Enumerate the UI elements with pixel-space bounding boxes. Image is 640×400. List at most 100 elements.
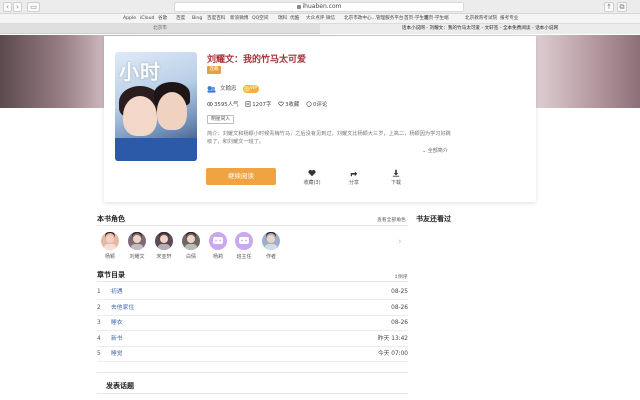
- person-icon: [265, 232, 277, 250]
- tabs-icon[interactable]: ⧉: [617, 2, 627, 12]
- chapter-date: 08-26: [391, 304, 408, 311]
- bookmark-item[interactable]: 新浪微博: [230, 14, 248, 24]
- stat-favorites: 3收藏: [278, 101, 299, 109]
- chat-bubble-icon: [239, 237, 249, 244]
- eye-icon: [207, 101, 213, 107]
- bookmark-item[interactable]: 大众点评: [306, 14, 324, 24]
- document-icon: [245, 101, 251, 107]
- download-button[interactable]: 下载: [383, 169, 409, 186]
- role-name: 杨莉: [212, 254, 223, 260]
- role-avatar[interactable]: [128, 232, 146, 250]
- book-description: 简介：刘耀文和杨颖小时候青梅竹马，之后没有见到过，刘耀文比杨颖大三岁，上高二，杨…: [207, 131, 451, 145]
- chapter-row[interactable]: 3 睡衣 08-26: [97, 318, 408, 333]
- chapter-row[interactable]: 2 去他家住 08-26: [97, 303, 408, 318]
- bookmark-item[interactable]: 谷歌: [158, 14, 167, 24]
- stat-words: 1207字: [245, 101, 271, 109]
- row-divider: [97, 345, 408, 347]
- chapter-date: 昨天 13:42: [377, 335, 408, 342]
- vip-badge: VIP: [243, 85, 259, 93]
- topics-underline: [97, 393, 408, 394]
- browser-toolbar: ‹ › ▭ ihuaben.com ↑ ⧉: [0, 0, 640, 14]
- role-avatar[interactable]: [209, 232, 227, 250]
- chapter-title[interactable]: 新书: [111, 334, 123, 344]
- chapter-number: 5: [97, 351, 101, 357]
- tab-beijing[interactable]: 北京市: [0, 24, 320, 34]
- bookmark-item[interactable]: 微信: [326, 14, 335, 24]
- comment-icon: [306, 101, 312, 107]
- full-intro-link[interactable]: ⌄ 全部简介: [422, 147, 448, 154]
- role-name: 刘耀文: [129, 254, 145, 260]
- row-divider: [97, 299, 408, 300]
- stat-comments: 0评论: [306, 101, 327, 109]
- chapter-number: 2: [97, 304, 101, 311]
- tab-bar: 北京市 话本小说网 - 刘耀文：我的竹马太可爱 - 文轩签 - 全本免费阅读 -…: [0, 24, 640, 34]
- collect-button[interactable]: 收藏(3): [299, 169, 325, 186]
- roles-title: 本书角色: [97, 215, 125, 223]
- role-name: 作者: [265, 254, 276, 260]
- chapter-number: 3: [97, 320, 101, 326]
- role-name: 宋亚轩: [156, 254, 172, 260]
- bookmark-item[interactable]: Apple: [123, 14, 136, 24]
- person-icon: [104, 232, 116, 250]
- person-icon: [158, 232, 170, 250]
- chapter-title[interactable]: 睡衣: [111, 318, 123, 328]
- role-avatar[interactable]: [155, 232, 173, 250]
- share-button[interactable]: 分享: [341, 169, 367, 186]
- author-icon: [207, 85, 216, 93]
- row-divider: [97, 314, 408, 316]
- topics-title: 发表话题: [106, 382, 134, 390]
- bookmark-item[interactable]: 首页-学生端: [424, 14, 449, 24]
- chapter-title[interactable]: 初遇: [111, 287, 123, 297]
- bookmark-item[interactable]: 优酷: [290, 14, 299, 24]
- chapter-row[interactable]: 4 新书 昨天 13:42: [97, 334, 408, 349]
- chapter-title[interactable]: 睡觉: [111, 349, 123, 359]
- person-icon: [185, 232, 197, 250]
- bookmark-item[interactable]: 百度百科: [207, 14, 225, 24]
- book-stats: 3595人气 1207字 3收藏 0评论: [207, 101, 332, 109]
- bookmark-item[interactable]: QQ空间: [252, 14, 268, 24]
- role-avatar[interactable]: [262, 232, 280, 250]
- back-button[interactable]: ‹: [3, 2, 12, 12]
- chapter-row[interactable]: 1 初遇 08-25: [97, 287, 408, 302]
- genre-tag[interactable]: 明星同人: [207, 115, 235, 124]
- book-cover[interactable]: 小时: [115, 52, 197, 161]
- share-icon[interactable]: ↑: [604, 2, 614, 12]
- chapters-divider: [97, 281, 408, 282]
- chapters-title: 章节目录: [97, 271, 125, 279]
- status-badge: 连载: [207, 66, 221, 74]
- lock-icon: [296, 4, 301, 9]
- bookmarks-bar: Apple iCloud 谷歌 百度 Bing 百度百科 新浪微博 QQ空间 瑞科 优酷 大众点评微…: [0, 14, 640, 24]
- author-name[interactable]: 文翰忠: [220, 85, 237, 93]
- role-avatar[interactable]: [101, 232, 119, 250]
- book-card: 小时 刘耀文：我的竹马太可爱 连载 文翰忠 VIP 3595人气 1207字 3…: [104, 36, 536, 202]
- bookmark-item[interactable]: 瑞科: [278, 14, 287, 24]
- role-avatar[interactable]: [182, 232, 200, 250]
- all-roles-link[interactable]: 查看全部角色: [377, 216, 406, 223]
- address-bar[interactable]: ihuaben.com: [174, 2, 464, 12]
- chapter-number: 1: [97, 289, 101, 295]
- share-arrow-icon: [350, 171, 358, 177]
- continue-reading-button[interactable]: 继续阅读: [206, 168, 276, 185]
- sort-toggle[interactable]: ↕倒序: [394, 273, 408, 280]
- chapter-title[interactable]: 去他家住: [111, 303, 134, 313]
- bookmark-item[interactable]: 报考专业: [500, 14, 518, 24]
- role-name: 班主任: [236, 254, 252, 260]
- stat-popularity: 3595人气: [207, 101, 239, 109]
- bookmark-item[interactable]: 北京教育考试院: [465, 14, 497, 24]
- chapter-date: 08-25: [391, 289, 408, 295]
- bookmark-item[interactable]: Bing: [192, 14, 202, 24]
- chapter-date: 今天 07:00: [377, 351, 408, 357]
- sidebar-icon[interactable]: ▭: [27, 2, 40, 12]
- person-icon: [131, 232, 143, 250]
- chevron-right-icon[interactable]: ›: [398, 237, 402, 247]
- bookmark-item[interactable]: 北京市政中心...管理服务平台: [344, 14, 404, 24]
- role-name: 杨颖: [104, 254, 115, 260]
- row-divider: [97, 330, 408, 331]
- also-read-title: 书友还看过: [416, 215, 451, 223]
- role-avatar[interactable]: [235, 232, 253, 250]
- bookmark-item[interactable]: 百度: [176, 14, 185, 24]
- tab-book[interactable]: 话本小说网 - 刘耀文：我的竹马太可爱 - 文轩签 - 全本免费阅读 - 话本小…: [320, 24, 640, 34]
- chapter-row[interactable]: 5 睡觉 今天 07:00: [97, 349, 408, 364]
- forward-button[interactable]: ›: [13, 2, 22, 12]
- bookmark-item[interactable]: iCloud: [140, 14, 154, 24]
